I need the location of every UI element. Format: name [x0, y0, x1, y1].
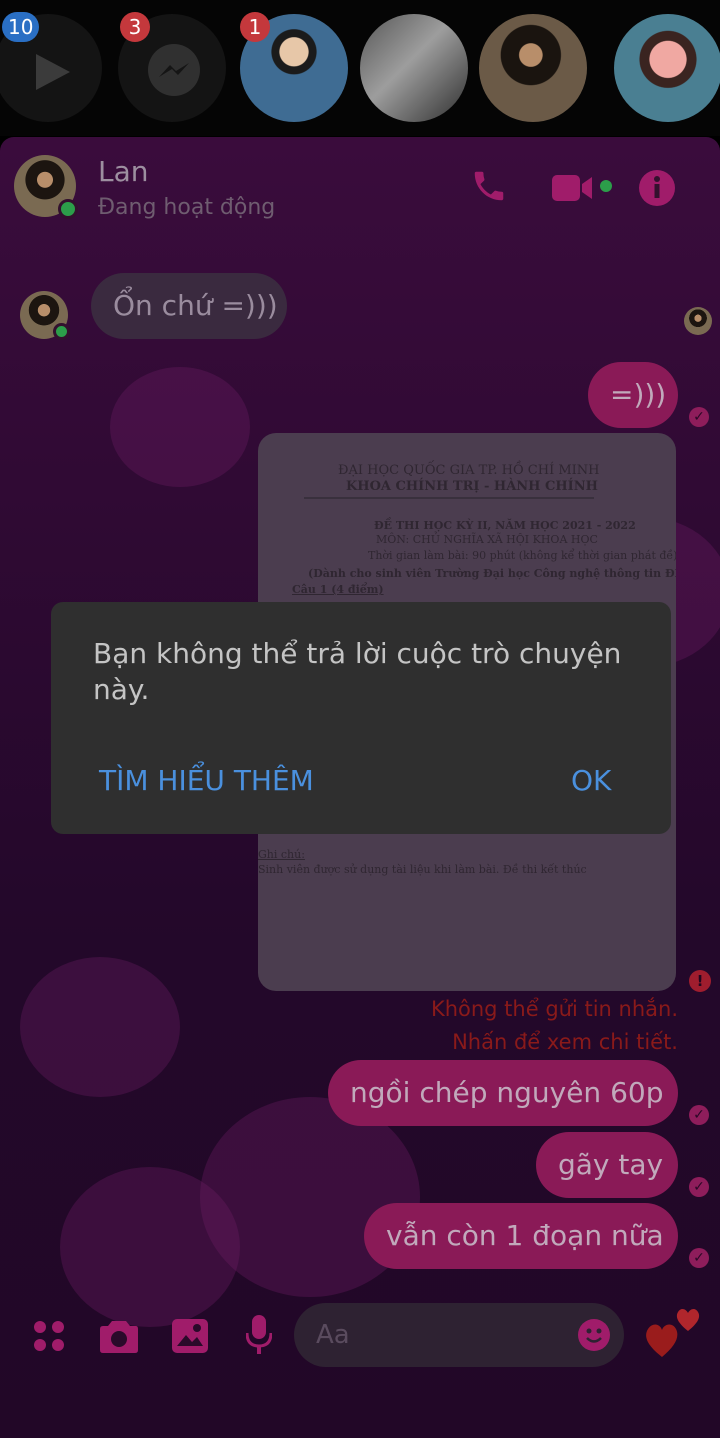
emoji-icon[interactable]: [578, 1319, 610, 1351]
doc-text: (Dành cho sinh viên Trường Đại học Công …: [308, 567, 676, 580]
emoji-face: [586, 1328, 602, 1343]
doc-rule: [304, 497, 594, 499]
phone-icon[interactable]: [470, 167, 508, 205]
doc-text: Thời gian làm bài: 90 phút (không kể thờ…: [368, 549, 676, 562]
story-badge-messenger: 3: [120, 12, 150, 42]
story-avatar-2[interactable]: [360, 14, 468, 122]
learn-more-button[interactable]: TÌM HIỂU THÊM: [99, 764, 314, 797]
message-input-placeholder: Aa: [316, 1320, 350, 1350]
menu-grid-icon[interactable]: [32, 1319, 66, 1353]
heart-icon[interactable]: [644, 1299, 706, 1361]
camera-icon[interactable]: [100, 1319, 138, 1353]
video-active-dot: [600, 180, 612, 192]
contact-status: Đang hoạt động: [98, 195, 276, 220]
seen-avatar: [684, 307, 712, 335]
check-icon: ✓: [689, 1105, 709, 1125]
story-avatar-3[interactable]: [479, 14, 587, 122]
doc-text: Câu 1 (4 điểm): [292, 583, 384, 596]
doc-note-title: Ghi chú:: [258, 848, 305, 861]
microphone-icon[interactable]: [246, 1315, 272, 1355]
contact-name[interactable]: Lan: [98, 155, 149, 188]
doc-header: ĐẠI HỌC QUỐC GIA TP. HỒ CHÍ MINH: [338, 463, 600, 478]
error-message[interactable]: Không thể gửi tin nhắn.: [431, 997, 678, 1021]
dialog-message: Bạn không thể trả lời cuộc trò chuyện nà…: [93, 637, 622, 706]
ok-button[interactable]: OK: [571, 764, 611, 797]
message-incoming[interactable]: Ổn chứ =))): [91, 273, 287, 339]
play-icon: [36, 54, 70, 90]
doc-header: KHOA CHÍNH TRỊ - HÀNH CHÍNH: [346, 479, 598, 494]
story-badge-play: 10: [2, 12, 40, 42]
error-icon: !: [689, 970, 711, 992]
messenger-icon: [148, 44, 200, 96]
alert-dialog: Bạn không thể trả lời cuộc trò chuyện nà…: [51, 602, 671, 834]
doc-subtitle: MÔN: CHỦ NGHĨA XÃ HỘI KHOA HỌC: [376, 533, 598, 546]
bg-heart: [20, 957, 180, 1097]
message-outgoing[interactable]: ngồi chép nguyên 60p: [328, 1060, 678, 1126]
video-call-icon[interactable]: [552, 173, 596, 203]
doc-title: ĐỀ THI HỌC KỲ II, NĂM HỌC 2021 - 2022: [374, 519, 636, 532]
message-input[interactable]: Aa: [294, 1303, 624, 1367]
bg-heart: [110, 367, 250, 487]
message-outgoing[interactable]: =))): [588, 362, 678, 428]
check-icon: ✓: [689, 407, 709, 427]
chat-header: Lan Đang hoạt động: [0, 137, 720, 237]
gallery-icon[interactable]: [172, 1319, 208, 1353]
error-hint[interactable]: Nhấn để xem chi tiết.: [452, 1030, 678, 1054]
message-outgoing[interactable]: vẫn còn 1 đoạn nữa: [364, 1203, 678, 1269]
message-outgoing[interactable]: gãy tay: [536, 1132, 678, 1198]
composer-bar: Aa: [0, 1287, 720, 1438]
story-avatar-4[interactable]: [614, 14, 720, 122]
check-icon: ✓: [689, 1177, 709, 1197]
info-icon[interactable]: [638, 169, 676, 207]
doc-note: Sinh viên được sử dụng tài liệu khi làm …: [258, 863, 587, 876]
check-icon: ✓: [689, 1248, 709, 1268]
sender-online-indicator: [53, 323, 70, 340]
stories-bar: 10 3 1: [0, 0, 720, 136]
story-badge-avatar: 1: [240, 12, 270, 42]
online-indicator: [58, 199, 78, 219]
